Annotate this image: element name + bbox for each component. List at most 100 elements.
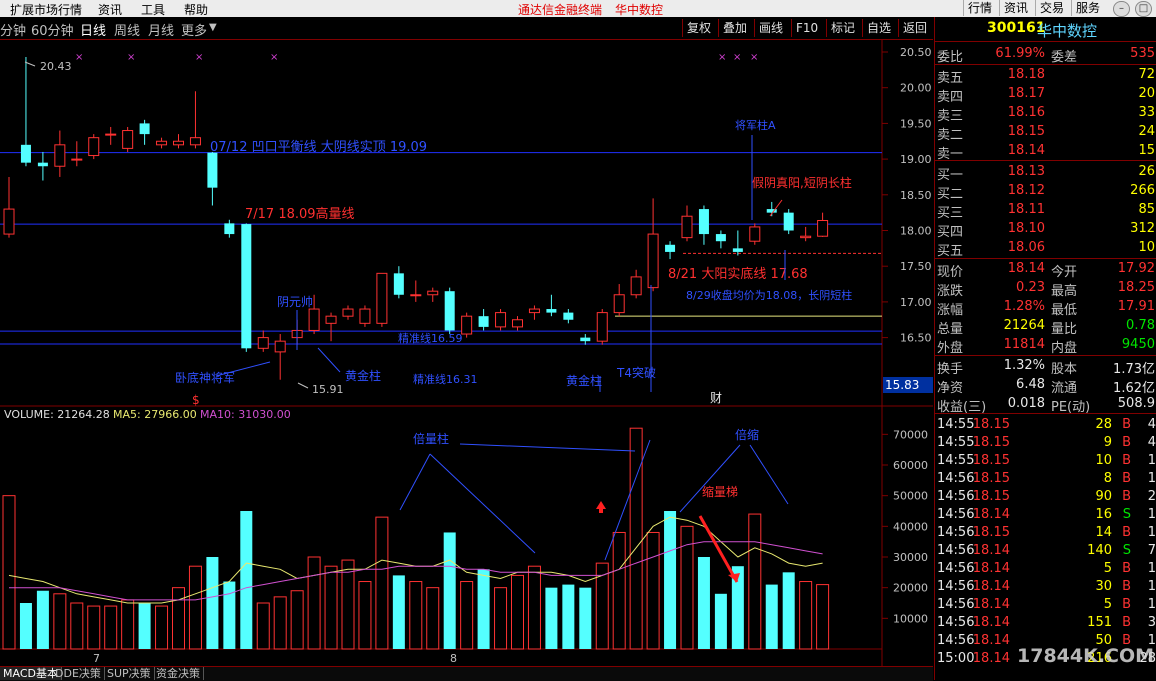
kline-chart[interactable]: 20.50 20.00 19.50 19.00 18.50 18.00 17.50 17.00… xyxy=(0,40,933,666)
ask-volume: 33 xyxy=(1138,105,1155,120)
bid-row: 买一 18.13 26 xyxy=(935,164,1156,183)
volume-bar xyxy=(121,599,135,650)
candle xyxy=(207,151,218,206)
adjust-button[interactable]: 复权 xyxy=(682,19,715,37)
candle xyxy=(189,91,201,149)
volume-bar xyxy=(664,511,677,649)
f10-button[interactable]: F10 xyxy=(791,19,822,37)
stat-row: 涨跌 0.23 最高 18.25 xyxy=(935,280,1156,299)
volume-bars xyxy=(2,427,830,650)
ask-volume: 15 xyxy=(1138,143,1155,158)
stat-label: 涨跌 xyxy=(937,284,964,299)
news-button[interactable]: 资讯 xyxy=(999,0,1032,16)
tick-time: 14:56 xyxy=(937,471,975,486)
tick-count: 1 xyxy=(1147,507,1156,522)
tick-time: 14:55 xyxy=(937,435,975,450)
watchlist-button[interactable]: 自选 xyxy=(862,19,895,37)
weibi-row: 委比 61.99% 委差 535 xyxy=(935,46,1156,65)
stat-label: 现价 xyxy=(937,265,964,280)
ask-label: 卖三 xyxy=(937,109,964,124)
stat-label: 总量 xyxy=(937,322,964,337)
period-60min[interactable]: 60分钟 xyxy=(31,20,74,39)
tick-row: 14:55 18.15 9 B 4 xyxy=(935,435,1156,453)
menu-help[interactable]: 帮助 xyxy=(184,1,208,18)
bid-volume: 312 xyxy=(1130,221,1155,236)
price-tick-label: 16.50 xyxy=(900,332,932,345)
tab-fund[interactable]: 资金决策 xyxy=(153,667,204,680)
stat-label: 涨幅 xyxy=(937,303,964,318)
minimize-icon[interactable]: – xyxy=(1113,1,1130,17)
period-more[interactable]: 更多 xyxy=(181,20,207,39)
bid-row: 买二 18.12 266 xyxy=(935,183,1156,202)
candle xyxy=(512,316,523,331)
volume-bar xyxy=(494,587,508,650)
candle xyxy=(173,134,184,149)
menu-extended-market[interactable]: 扩展市场行情 xyxy=(10,1,82,18)
candle xyxy=(596,309,608,345)
candle xyxy=(681,205,693,242)
bid-row: 买三 18.11 85 xyxy=(935,202,1156,221)
period-monthly[interactable]: 月线 xyxy=(148,20,174,39)
stat-value-2: 18.25 xyxy=(1117,280,1155,295)
candle xyxy=(224,219,235,238)
volume-tick-label: 20000 xyxy=(893,582,928,595)
service-button[interactable]: 服务 xyxy=(1071,0,1104,16)
volume-bar xyxy=(53,593,67,650)
tab-dde[interactable]: DDE决策 xyxy=(52,667,105,680)
draw-line-button[interactable]: 画线 xyxy=(754,19,787,37)
tick-row: 14:56 18.14 5 B 1 xyxy=(935,561,1156,579)
tick-price: 18.14 xyxy=(972,561,1010,576)
annotation-high-volume-line: 7/17 18.09高量线 xyxy=(245,206,355,222)
tick-time: 14:56 xyxy=(937,525,975,540)
ask-volume: 72 xyxy=(1138,67,1155,82)
tick-count: 1 xyxy=(1147,597,1156,612)
volume-bar xyxy=(2,495,16,650)
tick-time: 14:56 xyxy=(937,507,975,522)
volume-bar xyxy=(816,584,830,650)
overlay-button[interactable]: 叠加 xyxy=(718,19,751,37)
weicha-label: 委差 xyxy=(1051,50,1078,65)
maximize-icon[interactable]: □ xyxy=(1135,1,1152,17)
ask-row: 卖四 18.17 20 xyxy=(935,86,1156,105)
tick-volume: 30 xyxy=(1095,579,1112,594)
candle xyxy=(54,130,66,177)
quotes-button[interactable]: 行情 xyxy=(963,0,996,16)
more-dropdown-icon[interactable]: ▼ xyxy=(209,22,217,33)
volume-bar xyxy=(324,565,338,650)
tick-price: 18.15 xyxy=(972,489,1010,504)
stat-label: 外盘 xyxy=(937,341,964,356)
stat-label-2: 内盘 xyxy=(1051,341,1078,356)
candle xyxy=(376,272,388,327)
menu-news[interactable]: 资讯 xyxy=(98,1,122,18)
tick-side: S xyxy=(1122,543,1131,558)
bid-volume: 266 xyxy=(1130,183,1155,198)
ask-volume: 20 xyxy=(1138,86,1155,101)
svg-text:×: × xyxy=(270,52,278,63)
menu-tools[interactable]: 工具 xyxy=(141,1,165,18)
stat-value-2: 17.91 xyxy=(1117,299,1155,314)
period-weekly[interactable]: 周线 xyxy=(114,20,140,39)
volume-bar xyxy=(765,584,778,649)
fin-label-2: 股本 xyxy=(1051,362,1078,377)
period-daily[interactable]: 日线 xyxy=(80,20,106,39)
tick-volume: 10 xyxy=(1095,453,1112,468)
volume-bar xyxy=(511,574,524,650)
stat-row: 现价 18.14 今开 17.92 xyxy=(935,261,1156,280)
volume-bar xyxy=(36,590,49,649)
tick-side: B xyxy=(1122,453,1131,468)
candle xyxy=(613,284,625,317)
stat-label-2: 今开 xyxy=(1051,265,1078,280)
tick-time: 14:56 xyxy=(937,561,975,576)
tick-time: 14:56 xyxy=(937,633,975,648)
quote-panel: 300161 华中数控 委比 61.99% 委差 535 卖五 18.18 72 卖四… xyxy=(934,17,1156,680)
volume-axis: 70000 60000 50000 40000 30000 20000 10000 xyxy=(882,428,928,625)
mark-button[interactable]: 标记 xyxy=(826,19,859,37)
period-minute[interactable]: 分钟 xyxy=(0,20,26,39)
back-button[interactable]: 返回 xyxy=(898,19,931,37)
trade-button[interactable]: 交易 xyxy=(1035,0,1068,16)
candle xyxy=(580,334,591,345)
tab-sup[interactable]: SUP决策 xyxy=(104,667,155,680)
tick-side: B xyxy=(1122,489,1131,504)
ask-price: 18.14 xyxy=(1007,143,1045,158)
bid-volume: 10 xyxy=(1138,240,1155,255)
